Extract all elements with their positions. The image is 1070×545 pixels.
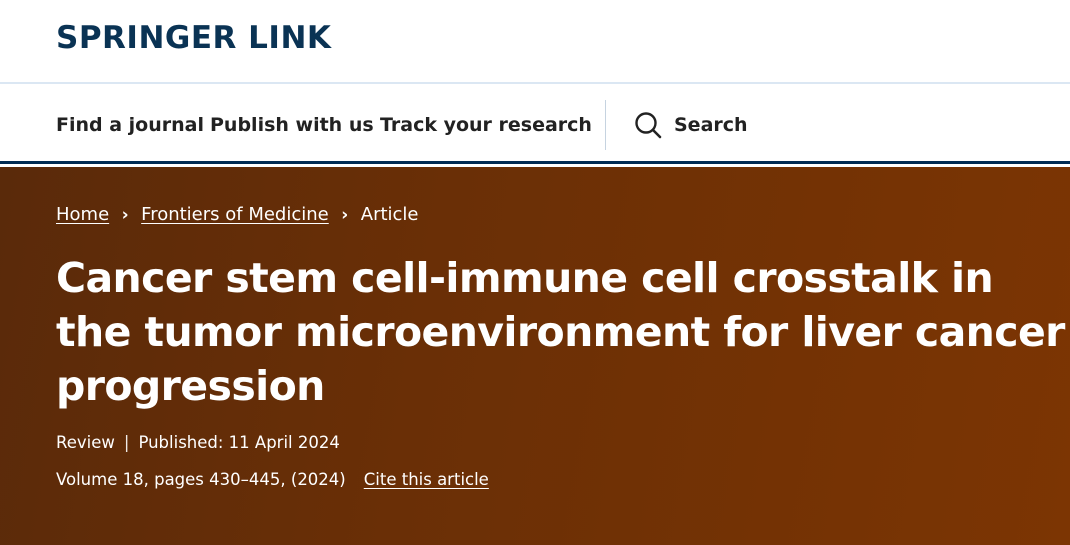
nav-track-your-research[interactable]: Track your research: [380, 112, 592, 138]
volume-info: Volume 18, pages 430–445, (2024): [56, 470, 346, 489]
site-header: SPRINGER LINK: [0, 0, 1070, 84]
article-citation-info: Volume 18, pages 430–445, (2024) Cite thi…: [56, 469, 489, 491]
breadcrumb-home[interactable]: Home: [56, 203, 109, 227]
article-type: Review: [56, 433, 115, 452]
article-title: Cancer stem cell-immune cell crosstalk i…: [56, 254, 1065, 410]
nav-find-a-journal[interactable]: Find a journal: [56, 112, 204, 138]
nav-publish-with-us[interactable]: Publish with us: [210, 112, 374, 138]
meta-divider: |: [123, 433, 130, 452]
article-hero: Home › Frontiers of Medicine › Article C…: [0, 167, 1070, 545]
chevron-right-icon: ›: [121, 205, 129, 225]
search-icon: [634, 111, 662, 139]
nav-divider: [605, 100, 606, 150]
search-label: Search: [674, 114, 748, 136]
main-navigation: Find a journal Publish with us Track you…: [0, 86, 1070, 164]
article-meta: Review | Published: 11 April 2024: [56, 432, 340, 454]
breadcrumb-frontiers-of-medicine[interactable]: Frontiers of Medicine: [141, 203, 329, 227]
cite-this-article-link[interactable]: Cite this article: [364, 470, 489, 489]
springer-link-logo[interactable]: SPRINGER LINK: [56, 18, 331, 58]
chevron-right-icon: ›: [341, 205, 349, 225]
published-date: Published: 11 April 2024: [138, 433, 340, 452]
breadcrumb: Home › Frontiers of Medicine › Article: [56, 203, 419, 227]
breadcrumb-current-article: Article: [360, 204, 419, 225]
search-button[interactable]: Search: [634, 109, 748, 141]
